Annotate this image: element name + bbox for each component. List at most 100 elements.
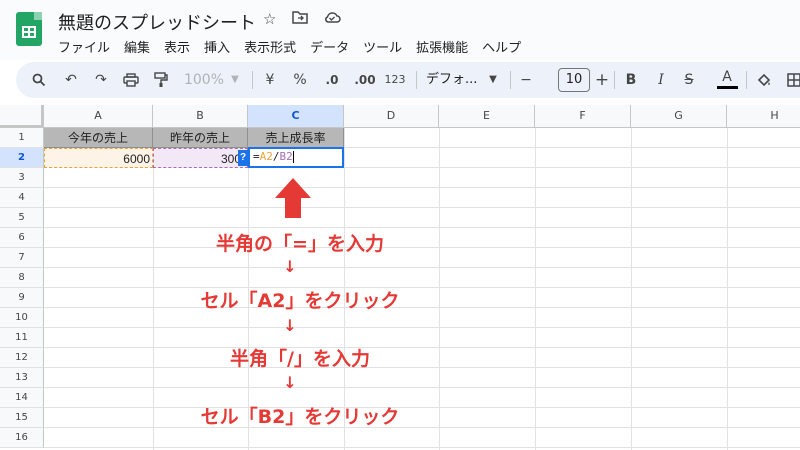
document-title[interactable]: 無題のスプレッドシート	[58, 9, 256, 35]
folder-move-icon[interactable]	[292, 10, 308, 28]
italic-button[interactable]: I	[652, 62, 670, 98]
font-size-decrease-button[interactable]: −	[518, 62, 534, 98]
borders-icon[interactable]	[784, 62, 800, 98]
instruction-step-1: 半角の「=」を入力	[216, 233, 384, 255]
paint-format-icon[interactable]	[150, 62, 172, 98]
toolbar-divider	[252, 71, 253, 89]
gridline	[44, 447, 800, 448]
toolbar-divider	[416, 71, 417, 89]
gridline	[44, 187, 800, 188]
bold-button[interactable]: B	[622, 62, 640, 98]
menu-tools[interactable]: ツール	[363, 37, 402, 56]
text-color-button[interactable]: A	[716, 62, 738, 98]
decrease-decimal-button[interactable]: .0	[320, 62, 344, 98]
cell-c1[interactable]: 売上成長率	[248, 128, 344, 148]
spreadsheet-grid: A B C D E F G H 1 2 3 4 5 6 7 8 9 10 11 12 13 14 15 16 …	[0, 105, 800, 450]
instruction-step-2: セル「A2」をクリック	[200, 290, 400, 312]
row-header-12[interactable]: 12	[0, 348, 44, 368]
font-select[interactable]: デフォ...	[426, 62, 486, 98]
formula-help-badge[interactable]: ?	[238, 150, 248, 166]
gridline	[44, 207, 800, 208]
row-header-5[interactable]: 5	[0, 208, 44, 228]
column-header-c[interactable]: C	[248, 105, 344, 128]
menu-data[interactable]: データ	[310, 37, 349, 56]
sheets-logo-icon[interactable]	[16, 12, 42, 46]
row-header-13[interactable]: 13	[0, 368, 44, 388]
row-header-1[interactable]: 1	[0, 128, 44, 148]
column-header-e[interactable]: E	[439, 105, 535, 128]
title-bar: 無題のスプレッドシート ☆ ファイル 編集 表示 挿入 表示形式 データ ツール…	[0, 0, 800, 60]
column-header-f[interactable]: F	[535, 105, 631, 128]
menu-bar: ファイル 編集 表示 挿入 表示形式 データ ツール 拡張機能 ヘルプ	[58, 37, 521, 56]
text-color-swatch	[717, 86, 738, 89]
increase-decimal-button[interactable]: .00	[352, 62, 378, 98]
gridline	[44, 327, 800, 328]
zoom-select[interactable]: 100%	[182, 62, 226, 98]
menu-format[interactable]: 表示形式	[244, 37, 296, 56]
undo-icon[interactable]: ↶	[60, 62, 82, 98]
column-header-h[interactable]: H	[727, 105, 800, 128]
formula-ref-a2: A2	[259, 150, 273, 163]
formula-ref-b2: B2	[279, 150, 293, 163]
cell-a1[interactable]: 今年の売上	[44, 128, 153, 148]
toolbar: ↶ ↷ 100% ▼ ¥ % .0 .00 123 デフォ... ▼ − 10 …	[16, 62, 800, 98]
menu-view[interactable]: 表示	[164, 37, 190, 56]
percent-button[interactable]: %	[292, 62, 308, 98]
select-all-corner[interactable]	[0, 105, 44, 128]
number-format-button[interactable]: 123	[382, 62, 408, 98]
font-size-input[interactable]: 10	[558, 68, 590, 92]
toolbar-divider	[510, 71, 511, 89]
gridline	[727, 128, 728, 450]
gridline	[535, 128, 536, 450]
row-header-3[interactable]: 3	[0, 168, 44, 188]
menu-edit[interactable]: 編集	[124, 37, 150, 56]
print-icon[interactable]	[120, 62, 142, 98]
row-header-9[interactable]: 9	[0, 288, 44, 308]
down-arrow-icon: ↓	[283, 257, 297, 276]
fill-color-icon[interactable]	[754, 62, 774, 98]
column-header-b[interactable]: B	[153, 105, 248, 128]
menu-help[interactable]: ヘルプ	[482, 37, 521, 56]
row-header-15[interactable]: 15	[0, 408, 44, 428]
formula-slash: /	[272, 150, 280, 163]
menu-extensions[interactable]: 拡張機能	[416, 37, 468, 56]
up-arrow-icon	[275, 178, 311, 218]
row-header-7[interactable]: 7	[0, 248, 44, 268]
row-header-14[interactable]: 14	[0, 388, 44, 408]
menu-file[interactable]: ファイル	[58, 37, 110, 56]
star-icon[interactable]: ☆	[263, 10, 276, 28]
row-header-4[interactable]: 4	[0, 188, 44, 208]
row-header-6[interactable]: 6	[0, 228, 44, 248]
formula-equals: =	[253, 150, 260, 163]
search-icon[interactable]	[28, 62, 50, 98]
menu-insert[interactable]: 挿入	[204, 37, 230, 56]
cloud-saved-icon[interactable]	[323, 10, 341, 28]
instruction-step-3: 半角「/」を入力	[230, 348, 370, 370]
gridline	[44, 387, 800, 388]
redo-icon[interactable]: ↷	[90, 62, 112, 98]
cell-c2-editor[interactable]: =A2/B2	[248, 147, 344, 168]
text-cursor	[292, 151, 294, 163]
gridline	[44, 267, 800, 268]
cell-b1[interactable]: 昨年の売上	[153, 128, 248, 148]
column-header-g[interactable]: G	[631, 105, 727, 128]
font-size-increase-button[interactable]: +	[594, 62, 610, 98]
cell-a2[interactable]: 6000	[44, 148, 153, 168]
currency-button[interactable]: ¥	[262, 62, 278, 98]
zoom-dropdown-icon[interactable]: ▼	[228, 62, 242, 98]
toolbar-divider	[746, 71, 747, 89]
row-header-8[interactable]: 8	[0, 268, 44, 288]
gridline	[631, 128, 632, 450]
down-arrow-icon: ↓	[283, 373, 297, 392]
row-header-16[interactable]: 16	[0, 428, 44, 448]
font-dropdown-icon[interactable]: ▼	[486, 62, 500, 98]
gridline	[44, 227, 800, 228]
down-arrow-icon: ↓	[283, 316, 297, 335]
row-header-2[interactable]: 2	[0, 148, 44, 168]
column-header-a[interactable]: A	[44, 105, 153, 128]
cell-b2[interactable]: 300	[153, 148, 248, 168]
row-header-11[interactable]: 11	[0, 328, 44, 348]
row-header-10[interactable]: 10	[0, 308, 44, 328]
strikethrough-button[interactable]: S	[680, 62, 698, 98]
column-header-d[interactable]: D	[344, 105, 439, 128]
